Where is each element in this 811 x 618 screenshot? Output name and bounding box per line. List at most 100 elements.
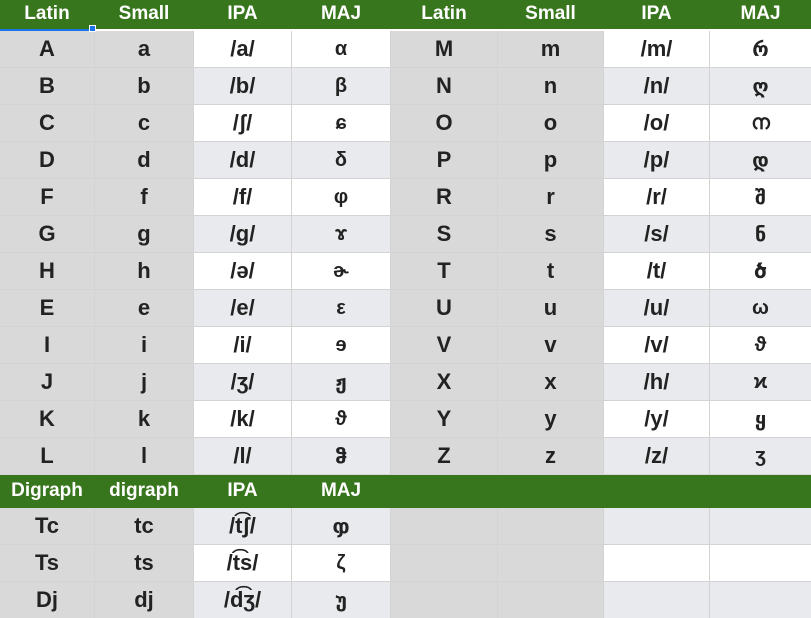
cell-maj[interactable]: ჵ bbox=[292, 438, 391, 475]
cell-latin[interactable]: V bbox=[391, 327, 498, 364]
cell-maj[interactable]: ɚ bbox=[292, 253, 391, 290]
cell-empty[interactable] bbox=[710, 508, 811, 545]
cell-small[interactable]: f bbox=[95, 179, 194, 216]
cell-maj[interactable]: ɤ bbox=[292, 216, 391, 253]
cell-latin[interactable]: M bbox=[391, 31, 498, 68]
cell-empty[interactable] bbox=[604, 508, 710, 545]
cell-empty[interactable] bbox=[498, 582, 604, 618]
cell-ipa[interactable]: /t/ bbox=[604, 253, 710, 290]
cell-ipa[interactable]: /s/ bbox=[604, 216, 710, 253]
cell-maj[interactable]: ʒ bbox=[710, 438, 811, 475]
cell-small[interactable]: o bbox=[498, 105, 604, 142]
cell-latin[interactable]: D bbox=[0, 142, 95, 179]
cell-ipa[interactable]: /ə/ bbox=[194, 253, 292, 290]
cell-small[interactable]: t bbox=[498, 253, 604, 290]
cell-latin[interactable]: F bbox=[0, 179, 95, 216]
cell-ipa[interactable]: /b/ bbox=[194, 68, 292, 105]
cell-ipa[interactable]: /d͡ʒ/ bbox=[194, 582, 292, 618]
cell-maj[interactable]: ζ bbox=[292, 545, 391, 582]
cell-empty[interactable] bbox=[604, 582, 710, 618]
cell-latin[interactable]: X bbox=[391, 364, 498, 401]
cell-maj[interactable]: φ bbox=[292, 179, 391, 216]
cell-latin[interactable]: A bbox=[0, 31, 95, 68]
cell-small[interactable]: x bbox=[498, 364, 604, 401]
cell-empty[interactable] bbox=[498, 508, 604, 545]
cell-ipa[interactable]: /a/ bbox=[194, 31, 292, 68]
cell-ipa[interactable]: /r/ bbox=[604, 179, 710, 216]
cell-ipa[interactable]: /ʒ/ bbox=[194, 364, 292, 401]
cell-small[interactable]: g bbox=[95, 216, 194, 253]
header-cell-latin[interactable]: Latin bbox=[0, 0, 95, 29]
cell-small[interactable]: k bbox=[95, 401, 194, 438]
cell-latin[interactable]: C bbox=[0, 105, 95, 142]
header-cell-small[interactable]: Small bbox=[498, 0, 604, 29]
header-cell-ipa[interactable]: IPA bbox=[194, 0, 292, 29]
cell-ipa[interactable]: /t͡ʃ/ bbox=[194, 508, 292, 545]
header-cell-digraph[interactable]: Digraph bbox=[0, 475, 95, 508]
cell-maj[interactable]: ന bbox=[710, 105, 811, 142]
cell-maj[interactable]: ნ bbox=[710, 216, 811, 253]
cell-ipa[interactable]: /p/ bbox=[604, 142, 710, 179]
cell-ipa[interactable]: /y/ bbox=[604, 401, 710, 438]
cell-small[interactable]: h bbox=[95, 253, 194, 290]
cell-small[interactable]: a bbox=[95, 31, 194, 68]
cell-small[interactable]: y bbox=[498, 401, 604, 438]
cell-maj[interactable]: ծ bbox=[710, 253, 811, 290]
cell-latin[interactable]: B bbox=[0, 68, 95, 105]
cell-maj[interactable]: ϑ bbox=[710, 327, 811, 364]
cell-empty[interactable] bbox=[498, 545, 604, 582]
cell-small[interactable]: z bbox=[498, 438, 604, 475]
cell-small[interactable]: d bbox=[95, 142, 194, 179]
cell-small[interactable]: j bbox=[95, 364, 194, 401]
cell-maj[interactable]: ϑ bbox=[292, 401, 391, 438]
cell-maj[interactable]: ϰ bbox=[710, 364, 811, 401]
cell-maj[interactable]: ɘ bbox=[292, 327, 391, 364]
cell-latin[interactable]: K bbox=[0, 401, 95, 438]
cell-empty[interactable] bbox=[391, 545, 498, 582]
cell-maj[interactable]: ω bbox=[710, 290, 811, 327]
cell-maj[interactable]: ε bbox=[292, 290, 391, 327]
cell-latin[interactable]: G bbox=[0, 216, 95, 253]
cell-ipa[interactable]: /f/ bbox=[194, 179, 292, 216]
cell-maj[interactable]: δ bbox=[292, 142, 391, 179]
cell-latin[interactable]: N bbox=[391, 68, 498, 105]
cell-latin[interactable]: U bbox=[391, 290, 498, 327]
cell-maj[interactable]: ღ bbox=[710, 68, 811, 105]
cell-maj[interactable]: α bbox=[292, 31, 391, 68]
cell-small[interactable]: m bbox=[498, 31, 604, 68]
cell-ipa[interactable]: /m/ bbox=[604, 31, 710, 68]
cell-latin[interactable]: R bbox=[391, 179, 498, 216]
header-cell-maj[interactable]: MAJ bbox=[710, 0, 811, 29]
cell-maj[interactable]: შ bbox=[710, 179, 811, 216]
fill-handle[interactable] bbox=[89, 25, 96, 32]
cell-empty[interactable] bbox=[710, 545, 811, 582]
header-cell-small[interactable]: Small bbox=[95, 0, 194, 29]
cell-latin[interactable]: L bbox=[0, 438, 95, 475]
header-cell-maj[interactable]: MAJ bbox=[292, 475, 391, 508]
cell-maj[interactable]: ɕ bbox=[292, 105, 391, 142]
cell-empty[interactable] bbox=[710, 582, 811, 618]
header-cell-maj[interactable]: MAJ bbox=[292, 0, 391, 29]
cell-ipa[interactable]: /z/ bbox=[604, 438, 710, 475]
cell-empty[interactable] bbox=[604, 545, 710, 582]
header-cell-empty[interactable] bbox=[710, 475, 811, 508]
cell-maj[interactable]: β bbox=[292, 68, 391, 105]
cell-digraph-small[interactable]: dj bbox=[95, 582, 194, 618]
cell-small[interactable]: u bbox=[498, 290, 604, 327]
cell-ipa[interactable]: /v/ bbox=[604, 327, 710, 364]
cell-small[interactable]: i bbox=[95, 327, 194, 364]
cell-maj[interactable]: ჶ bbox=[292, 508, 391, 545]
cell-digraph[interactable]: Ts bbox=[0, 545, 95, 582]
cell-latin[interactable]: S bbox=[391, 216, 498, 253]
cell-maj[interactable]: ყ bbox=[710, 401, 811, 438]
cell-small[interactable]: v bbox=[498, 327, 604, 364]
cell-small[interactable]: r bbox=[498, 179, 604, 216]
header-cell-ipa[interactable]: IPA bbox=[194, 475, 292, 508]
cell-small[interactable]: b bbox=[95, 68, 194, 105]
cell-small[interactable]: n bbox=[498, 68, 604, 105]
cell-ipa[interactable]: /g/ bbox=[194, 216, 292, 253]
cell-ipa[interactable]: /u/ bbox=[604, 290, 710, 327]
cell-maj[interactable]: ჟ bbox=[292, 364, 391, 401]
header-cell-empty[interactable] bbox=[391, 475, 498, 508]
cell-empty[interactable] bbox=[391, 582, 498, 618]
